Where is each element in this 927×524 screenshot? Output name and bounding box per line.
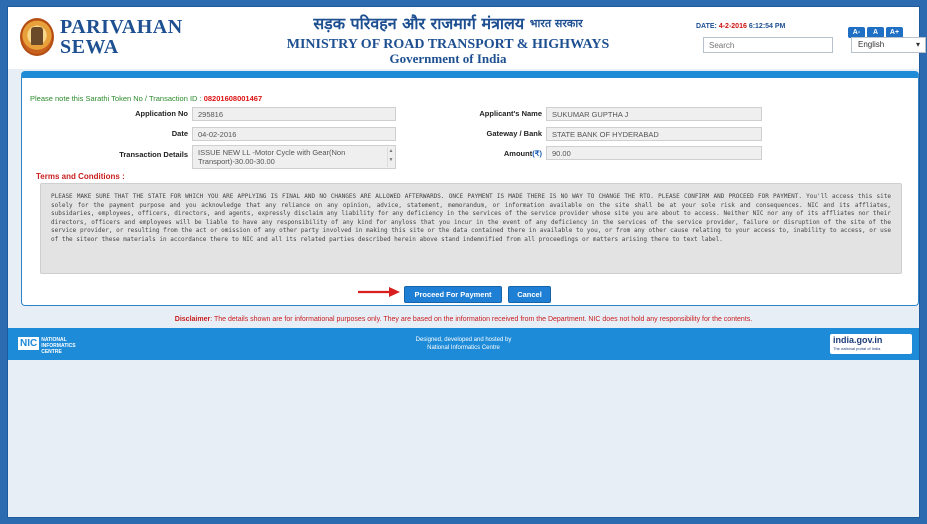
gateway-field[interactable]: STATE BANK OF HYDERABAD <box>546 127 762 141</box>
site-header: PARIVAHAN SEWA सड़क परिवहन और राजमार्ग म… <box>8 7 926 69</box>
language-select[interactable]: English ▾ <box>851 37 926 53</box>
amount-label-group: Amount(₹) <box>432 149 542 158</box>
cancel-button[interactable]: Cancel <box>508 286 551 303</box>
transaction-details-label: Transaction Details <box>119 150 188 159</box>
application-no-label: Application No <box>135 109 188 118</box>
date-value: 4-2-2016 <box>718 23 747 30</box>
time-value: 6:12:54 PM <box>748 23 786 30</box>
ministry-title: MINISTRY OF ROAD TRANSPORT & HIGHWAYS <box>286 37 610 52</box>
footer-credits: Designed, developed and hosted by Nation… <box>308 336 619 352</box>
token-label: Please note this Sarathi Token No / Tran… <box>30 94 202 103</box>
india-gov-tagline: The national portal of India <box>833 346 881 351</box>
government-title: Government of India <box>389 51 507 66</box>
disclaimer-text: : The details shown are for informationa… <box>210 316 753 323</box>
applicant-name-field[interactable]: SUKUMAR GUPTHA J <box>546 107 762 121</box>
amount-field[interactable]: 90.00 <box>546 146 762 160</box>
transaction-details-field[interactable]: ISSUE NEW LL -Motor Cycle with Gear(Non … <box>192 145 396 169</box>
date-field[interactable]: 04-02-2016 <box>192 127 396 141</box>
application-no-field[interactable]: 295816 <box>192 107 396 121</box>
disclaimer: Disclaimer: The details shown are for in… <box>8 316 919 323</box>
brand-logo[interactable]: PARIVAHAN SEWA <box>60 17 183 57</box>
nic-line3: CENTRE <box>41 349 62 355</box>
date-label: DATE: <box>696 23 717 30</box>
hindi-title-text: सड़क परिवहन और राजमार्ग मंत्रालय <box>313 14 525 33</box>
site-footer: NIC NATIONAL INFORMATICS CENTRE Designed, d… <box>8 328 919 360</box>
applicant-name-label: Applicant's Name <box>479 109 542 118</box>
terms-text: PLEASE MAKE SURE THAT THE STATE FOR WHIC… <box>40 183 902 274</box>
token-notice: Please note this Sarathi Token No / Tran… <box>30 94 262 103</box>
proceed-for-payment-button[interactable]: Proceed For Payment <box>404 286 502 303</box>
transaction-details-text: ISSUE NEW LL -Motor Cycle with Gear(Non … <box>198 148 346 166</box>
nic-fullname: NATIONAL INFORMATICS CENTRE <box>41 337 75 355</box>
payment-card: Please note this Sarathi Token No / Tran… <box>21 71 919 306</box>
brand-line1: PARIVAHAN <box>60 16 183 38</box>
token-value: 08201608001467 <box>203 94 263 103</box>
gateway-label: Gateway / Bank <box>486 129 542 138</box>
india-gov-text: india.gov.in <box>833 335 883 345</box>
amount-label: Amount <box>503 149 533 158</box>
parivahan-emblem-icon <box>20 18 54 56</box>
date-field-label: Date <box>171 129 188 138</box>
hindi-gov-text: भारत सरकार <box>529 17 583 30</box>
brand-line2: SEWA <box>60 36 119 58</box>
page-frame: PARIVAHAN SEWA सड़क परिवहन और राजमार्ग म… <box>7 6 926 518</box>
chevron-down-icon: ▾ <box>915 40 920 49</box>
nic-logo[interactable]: NIC NATIONAL INFORMATICS CENTRE <box>18 337 100 355</box>
hindi-ministry-title: सड़क परिवहन और राजमार्ग मंत्रालय भारत सर… <box>248 15 648 33</box>
designed-line2: National Informatics Centre <box>427 345 500 351</box>
terms-heading: Terms and Conditions : <box>36 172 125 181</box>
arrow-right-icon <box>358 287 400 297</box>
rupee-icon: (₹) <box>532 149 542 158</box>
language-value: English <box>858 40 885 49</box>
nic-short: NIC <box>18 337 40 350</box>
search-input[interactable] <box>703 37 833 53</box>
india-gov-logo[interactable]: india.gov.in The national portal of Indi… <box>830 334 912 354</box>
textarea-scrollbar[interactable]: ▲ ▼ <box>387 147 394 167</box>
date-display: DATE: 4-2-2016 6:12:54 PM <box>696 23 785 30</box>
disclaimer-label: Disclaimer <box>174 316 211 323</box>
designed-line1: Designed, developed and hosted by <box>415 337 512 343</box>
